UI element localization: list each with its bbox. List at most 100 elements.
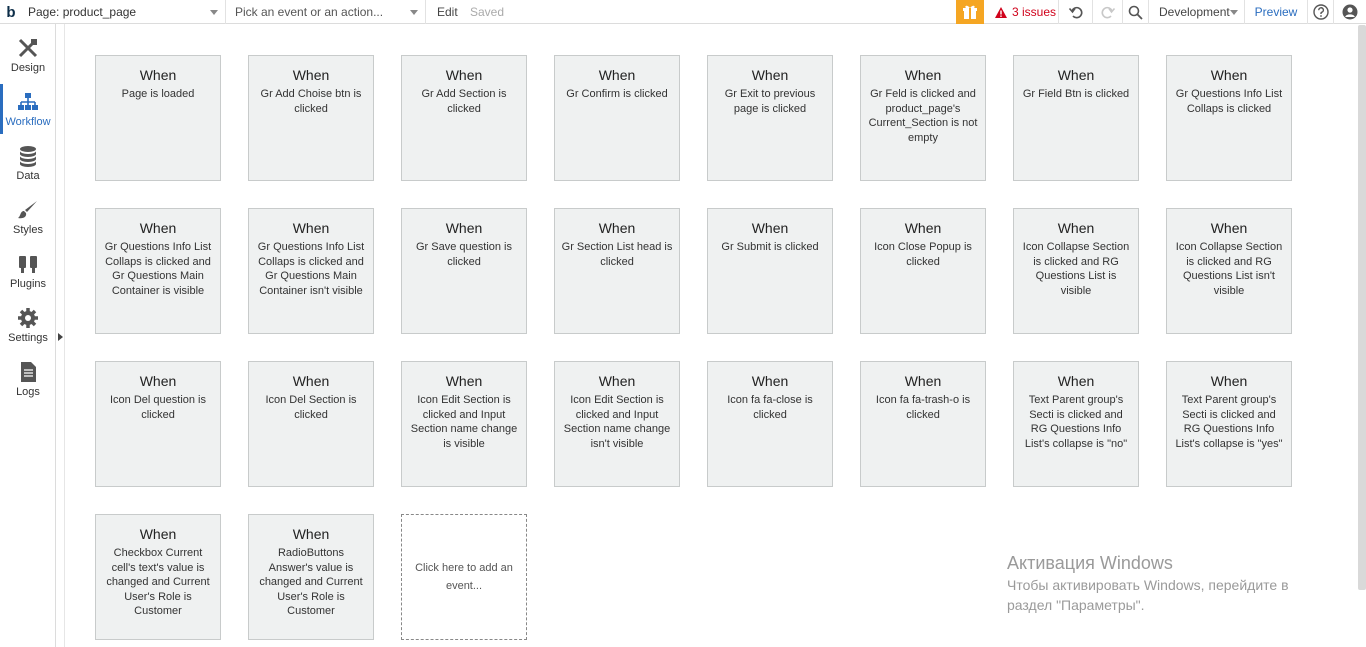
event-action-picker[interactable]: Pick an event or an action... xyxy=(226,0,426,24)
sidebar-item-logs[interactable]: Logs xyxy=(0,352,56,406)
add-event-label: Click here to add an event... xyxy=(415,562,513,592)
event-card[interactable]: When Gr Section List head is clicked xyxy=(554,208,680,334)
when-label: When xyxy=(1057,67,1095,83)
when-label: When xyxy=(445,220,483,236)
event-card[interactable]: When Icon Edit Section is clicked and In… xyxy=(401,361,527,487)
sidebar-item-label: Settings xyxy=(8,331,48,344)
event-card[interactable]: When Gr Questions Info List Collaps is c… xyxy=(95,208,221,334)
event-card[interactable]: When Icon fa fa-trash-o is clicked xyxy=(860,361,986,487)
top-toolbar: b Page: product_page Pick an event or an… xyxy=(0,0,1366,24)
redo-button[interactable] xyxy=(1093,0,1123,24)
event-card[interactable]: When Gr Submit is clicked xyxy=(707,208,833,334)
environment-selector[interactable]: Development xyxy=(1149,0,1245,24)
when-label: When xyxy=(904,67,942,83)
brush-icon xyxy=(18,200,37,218)
when-label: When xyxy=(292,67,330,83)
help-button[interactable] xyxy=(1308,0,1334,24)
save-status: Saved xyxy=(470,5,505,19)
sidebar-item-label: Workflow xyxy=(5,115,51,128)
event-condition: Gr Feld is clicked and product_page's Cu… xyxy=(868,88,978,144)
sidebar-item-plugins[interactable]: Plugins xyxy=(0,244,56,298)
when-label: When xyxy=(904,220,942,236)
event-card[interactable]: When Gr Questions Info List Collaps is c… xyxy=(1166,55,1292,181)
sidebar-item-label: Logs xyxy=(16,385,40,398)
event-action-placeholder: Pick an event or an action... xyxy=(235,5,384,19)
event-condition: Gr Add Choise btn is clicked xyxy=(260,88,362,115)
event-condition: Gr Confirm is clicked xyxy=(566,88,668,100)
bubble-logo[interactable]: b xyxy=(0,0,22,24)
preview-link[interactable]: Preview xyxy=(1245,0,1308,24)
warning-icon xyxy=(995,6,1007,18)
sidebar-item-label: Design xyxy=(10,61,46,74)
undo-icon xyxy=(1068,6,1082,19)
gift-button[interactable] xyxy=(956,0,984,24)
event-card[interactable]: When RadioButtons Answer's value is chan… xyxy=(248,514,374,640)
event-condition: Gr Exit to previous page is clicked xyxy=(724,88,816,115)
event-card[interactable]: When Gr Questions Info List Collaps is c… xyxy=(248,208,374,334)
plug-icon xyxy=(19,255,37,273)
account-button[interactable] xyxy=(1334,0,1366,24)
event-card[interactable]: When Checkbox Current cell's text's valu… xyxy=(95,514,221,640)
event-condition: Icon Edit Section is clicked and Input S… xyxy=(410,394,518,450)
event-condition: Gr Save question is clicked xyxy=(416,241,512,268)
workflow-icon xyxy=(18,92,38,110)
when-label: When xyxy=(139,220,177,236)
event-card[interactable]: When Text Parent group's Secti is clicke… xyxy=(1013,361,1139,487)
event-card[interactable]: When Text Parent group's Secti is clicke… xyxy=(1166,361,1292,487)
issues-label: 3 issues xyxy=(1012,5,1057,19)
vertical-scrollbar[interactable] xyxy=(1358,25,1366,590)
sidebar-item-workflow[interactable]: Workflow xyxy=(0,82,56,136)
event-condition: Gr Questions Info List Collaps is clicke… xyxy=(257,241,365,297)
event-card[interactable]: When Icon Del question is clicked xyxy=(95,361,221,487)
when-label: When xyxy=(445,373,483,389)
event-condition: Icon Del Section is clicked xyxy=(265,394,357,421)
page-selector[interactable]: Page: product_page xyxy=(22,0,226,24)
undo-button[interactable] xyxy=(1059,0,1093,24)
event-condition: Icon Edit Section is clicked and Input S… xyxy=(563,394,671,450)
event-card[interactable]: When Icon Edit Section is clicked and In… xyxy=(554,361,680,487)
environment-label: Development xyxy=(1159,5,1230,19)
event-card[interactable]: When Icon fa fa-close is clicked xyxy=(707,361,833,487)
event-card[interactable]: When Icon Collapse Section is clicked an… xyxy=(1166,208,1292,334)
event-card[interactable]: When Gr Confirm is clicked xyxy=(554,55,680,181)
event-condition: Text Parent group's Secti is clicked and… xyxy=(1175,394,1283,450)
issues-indicator[interactable]: 3 issues xyxy=(984,0,1059,24)
event-card[interactable]: When Gr Feld is clicked and product_page… xyxy=(860,55,986,181)
expand-arrow-icon[interactable] xyxy=(58,333,63,341)
event-card[interactable]: When Gr Add Choise btn is clicked xyxy=(248,55,374,181)
add-event-button[interactable]: Click here to add an event... xyxy=(401,514,527,640)
sidebar-item-design[interactable]: Design xyxy=(0,28,56,82)
design-icon xyxy=(18,38,38,57)
event-card[interactable]: When Gr Field Btn is clicked xyxy=(1013,55,1139,181)
event-card[interactable]: When Page is loaded xyxy=(95,55,221,181)
when-label: When xyxy=(139,373,177,389)
event-card[interactable]: When Icon Collapse Section is clicked an… xyxy=(1013,208,1139,334)
edit-menu[interactable]: Edit xyxy=(437,0,458,24)
page-selector-label: Page: product_page xyxy=(28,5,137,19)
event-card[interactable]: When Gr Add Section is clicked xyxy=(401,55,527,181)
sidebar-item-styles[interactable]: Styles xyxy=(0,190,56,244)
when-label: When xyxy=(598,373,636,389)
when-label: When xyxy=(292,373,330,389)
when-label: When xyxy=(292,526,330,542)
event-condition: Page is loaded xyxy=(121,88,195,100)
search-button[interactable] xyxy=(1123,0,1149,24)
help-icon xyxy=(1312,4,1329,20)
event-condition: Icon fa fa-trash-o is clicked xyxy=(875,394,971,421)
watermark-text: Чтобы активировать Windows, перейдите в … xyxy=(1007,577,1289,613)
event-condition: Gr Questions Info List Collaps is clicke… xyxy=(104,241,212,297)
database-icon xyxy=(20,145,36,167)
when-label: When xyxy=(751,220,789,236)
when-label: When xyxy=(1057,373,1095,389)
event-card[interactable]: When Icon Del Section is clicked xyxy=(248,361,374,487)
event-condition: Gr Section List head is clicked xyxy=(561,241,673,268)
sidebar-item-settings[interactable]: Settings xyxy=(0,298,56,352)
sidebar-item-data[interactable]: Data xyxy=(0,136,56,190)
event-card[interactable]: When Icon Close Popup is clicked xyxy=(860,208,986,334)
document-icon xyxy=(21,361,36,382)
when-label: When xyxy=(904,373,942,389)
event-condition: Icon Collapse Section is clicked and RG … xyxy=(1175,241,1283,297)
event-card[interactable]: When Gr Save question is clicked xyxy=(401,208,527,334)
event-card[interactable]: When Gr Exit to previous page is clicked xyxy=(707,55,833,181)
when-label: When xyxy=(751,373,789,389)
